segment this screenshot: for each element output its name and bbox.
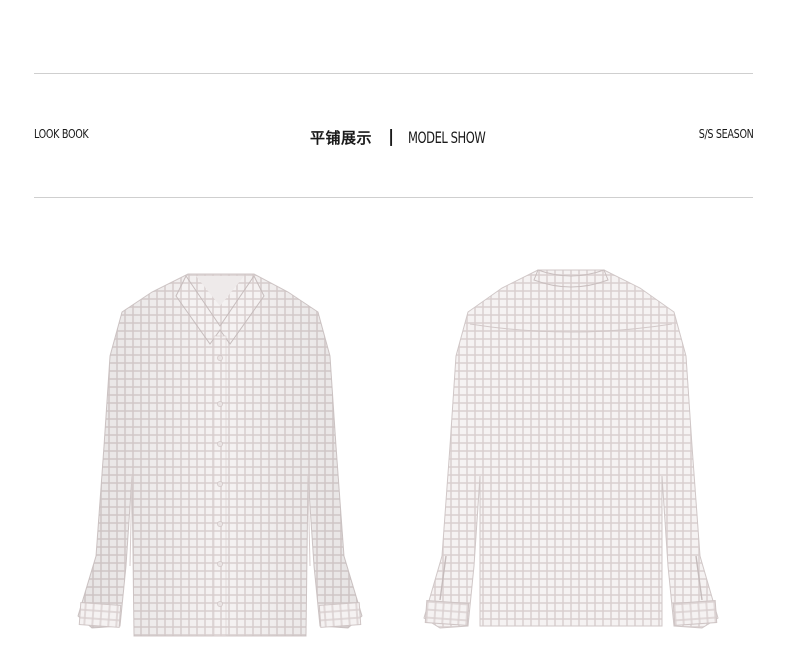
title-separator: | [388, 127, 395, 147]
section-title: 平铺展示 | MODEL SHOW [310, 126, 516, 148]
look-book-label: LOOK BOOK [34, 127, 89, 141]
bottom-divider [34, 197, 753, 198]
title-english: MODEL SHOW [408, 127, 486, 147]
shirt-front-image [77, 273, 363, 637]
shirt-back-image [423, 269, 719, 629]
season-label: S/S SEASON [699, 127, 754, 141]
top-divider [34, 73, 753, 74]
title-chinese: 平铺展示 [310, 128, 373, 147]
